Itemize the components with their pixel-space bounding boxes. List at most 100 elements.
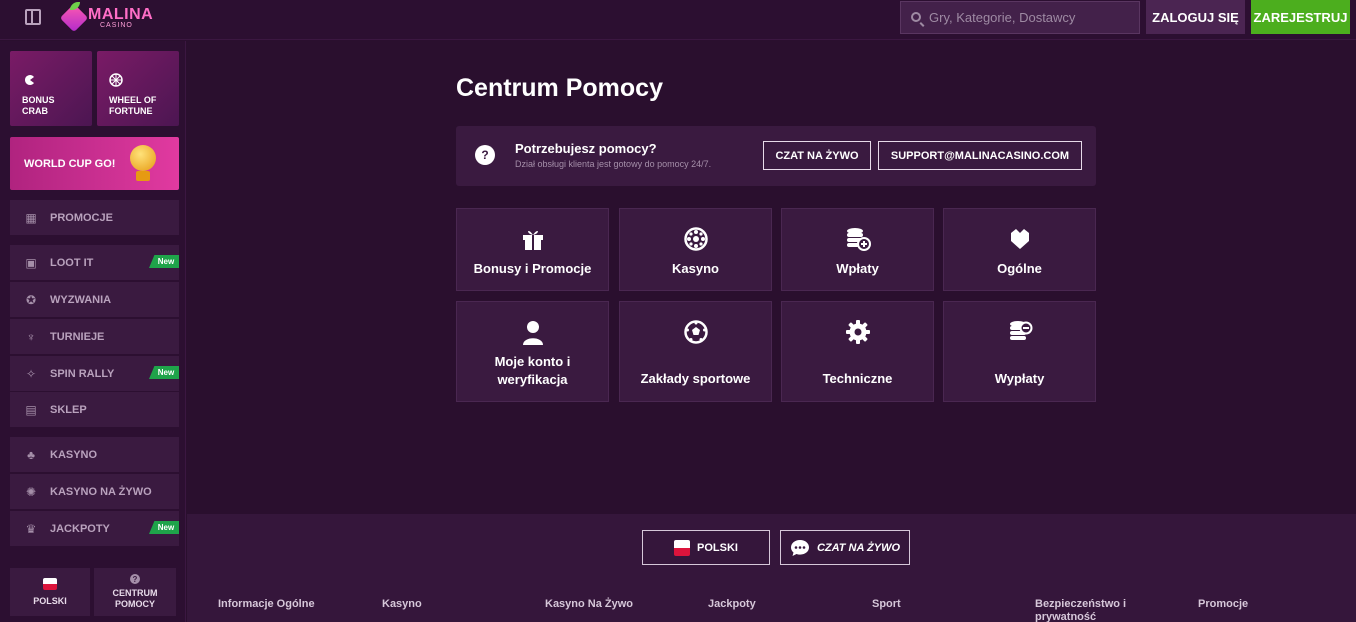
coins-plus-icon	[782, 227, 933, 251]
world-cup-label: WORLD CUP GO!	[24, 158, 116, 170]
sidebar-item-label: SPIN RALLY	[50, 367, 115, 380]
sidebar-item-label: SKLEP	[50, 403, 87, 416]
footer: POLSKI CZAT NA ŻYWO Informacje Ogólne Ka…	[187, 514, 1356, 622]
poland-flag-icon	[674, 539, 691, 556]
world-cup-banner[interactable]: WORLD CUP GO!	[10, 137, 179, 190]
category-label: Techniczne	[822, 371, 893, 386]
wheel-icon	[109, 73, 123, 87]
help-label-line2: POMOCY	[114, 599, 155, 609]
tile-label-line2: CRAB	[22, 106, 48, 116]
category-bonusy-promocje[interactable]: Bonusy i Promocje	[456, 208, 609, 291]
sidebar-item-kasyno[interactable]: ♣ KASYNO	[10, 437, 179, 472]
category-label: Ogólne	[997, 261, 1042, 276]
crab-claw-icon	[25, 75, 34, 85]
roulette-icon: ✺	[25, 484, 37, 499]
new-badge: New	[149, 521, 179, 534]
login-button[interactable]: ZALOGUJ SIĘ	[1146, 0, 1245, 34]
runner-icon: ✧	[25, 366, 37, 381]
language-label: POLSKI	[697, 541, 738, 554]
support-email-button[interactable]: SUPPORT@MALINACASINO.COM	[878, 141, 1082, 170]
chat-label: CZAT NA ŻYWO	[816, 541, 901, 554]
cup-icon: ♆	[26, 329, 36, 344]
tile-label-line1: WHEEL OF	[109, 95, 157, 105]
category-wplaty[interactable]: Wpłaty	[781, 208, 934, 291]
gear-icon	[782, 320, 933, 344]
sidebar: BONUS CRAB WHEEL OF FORTUNE WORLD CUP GO…	[0, 41, 186, 622]
poland-flag-icon	[43, 578, 57, 590]
gift-icon: ▦	[25, 210, 37, 225]
footer-column-bezpieczenstwo[interactable]: Bezpieczeństwo i prywatność	[1035, 598, 1126, 622]
footer-language-button[interactable]: POLSKI	[642, 530, 770, 565]
category-ogolne[interactable]: Ogólne	[943, 208, 1096, 291]
tile-bonus-crab[interactable]: BONUS CRAB	[10, 51, 92, 126]
soccer-ball-icon	[620, 320, 771, 344]
top-bar: MALINA CASINO ZALOGUJ SIĘ ZAREJESTRUJ	[0, 0, 1356, 40]
trophy-icon	[130, 145, 156, 171]
question-icon: ?	[475, 145, 495, 165]
sidebar-toggle-icon[interactable]	[25, 9, 41, 25]
sidebar-item-label: LOOT IT	[50, 256, 94, 269]
crown-icon	[944, 227, 1095, 251]
category-label-line2: weryfikacja	[497, 372, 568, 387]
tile-label-line1: BONUS	[22, 95, 55, 105]
new-badge: New	[149, 366, 179, 379]
footer-column-informacje[interactable]: Informacje Ogólne	[218, 598, 315, 611]
medal-icon: ✪	[25, 292, 37, 307]
category-zaklady-sportowe[interactable]: Zakłady sportowe	[619, 301, 772, 402]
help-title: Potrzebujesz pomocy?	[515, 141, 657, 156]
footer-column-sport[interactable]: Sport	[872, 598, 901, 611]
footer-column-kasyno-na-zywo[interactable]: Kasyno Na Żywo	[545, 598, 633, 611]
coins-minus-icon	[944, 320, 1095, 344]
trophy-base	[136, 171, 150, 181]
sidebar-item-promocje[interactable]: ▦ PROMOCJE	[10, 200, 179, 235]
sidebar-item-turnieje[interactable]: ♆ TURNIEJE	[10, 319, 179, 354]
category-techniczne[interactable]: Techniczne	[781, 301, 934, 402]
tile-wheel-of-fortune[interactable]: WHEEL OF FORTUNE	[97, 51, 179, 126]
sidebar-item-wyzwania[interactable]: ✪ WYZWANIA	[10, 282, 179, 317]
sidebar-help-center-button[interactable]: ? CENTRUM POMOCY	[94, 568, 176, 616]
chat-bubble-icon	[790, 539, 809, 556]
search-input[interactable]	[929, 2, 1134, 33]
gift-icon	[457, 227, 608, 251]
page-title: Centrum Pomocy	[456, 74, 663, 102]
live-chat-button[interactable]: CZAT NA ŻYWO	[763, 141, 871, 170]
sidebar-language-button[interactable]: POLSKI	[10, 568, 90, 616]
help-box: ? Potrzebujesz pomocy? Dział obsługi kli…	[456, 126, 1096, 186]
footer-column-kasyno[interactable]: Kasyno	[382, 598, 422, 611]
loot-box-icon: ▣	[25, 255, 37, 270]
sidebar-item-label: WYZWANIA	[50, 293, 112, 306]
category-label: Wpłaty	[836, 261, 879, 276]
user-icon	[457, 320, 608, 346]
sidebar-item-spin-rally[interactable]: ✧ SPIN RALLY New	[10, 356, 179, 391]
cherries-icon: ♣	[27, 447, 35, 462]
roulette-icon	[620, 227, 771, 251]
category-label: Bonusy i Promocje	[473, 261, 592, 276]
logo-subtext: CASINO	[100, 22, 133, 29]
category-label: Zakłady sportowe	[640, 371, 751, 386]
sidebar-item-sklep[interactable]: ▤ SKLEP	[10, 392, 179, 427]
category-label: Wypłaty	[994, 371, 1045, 386]
sidebar-item-kasyno-na-zywo[interactable]: ✺ KASYNO NA ŻYWO	[10, 474, 179, 509]
search-box[interactable]	[900, 1, 1140, 34]
category-label: Kasyno	[672, 261, 719, 276]
register-button[interactable]: ZAREJESTRUJ	[1251, 0, 1350, 34]
category-moje-konto[interactable]: Moje konto i weryfikacja	[456, 301, 609, 402]
help-label-line1: CENTRUM	[112, 588, 158, 598]
category-wyplaty[interactable]: Wypłaty	[943, 301, 1096, 402]
help-subtitle: Dział obsługi klienta jest gotowy do pom…	[515, 159, 712, 169]
crown-icon: ♛	[25, 521, 37, 536]
sidebar-item-label: TURNIEJE	[50, 330, 105, 343]
search-icon	[911, 12, 921, 22]
footer-column-promocje[interactable]: Promocje	[1198, 598, 1248, 611]
sidebar-item-jackpoty[interactable]: ♛ JACKPOTY New	[10, 511, 179, 546]
sidebar-item-loot-it[interactable]: ▣ LOOT IT New	[10, 245, 179, 280]
sidebar-item-label: PROMOCJE	[50, 211, 113, 224]
footer-column-jackpoty[interactable]: Jackpoty	[708, 598, 756, 611]
new-badge: New	[149, 255, 179, 268]
help-icon: ?	[130, 574, 140, 584]
logo[interactable]: MALINA CASINO	[59, 2, 154, 33]
footer-live-chat-button[interactable]: CZAT NA ŻYWO	[780, 530, 910, 565]
category-kasyno[interactable]: Kasyno	[619, 208, 772, 291]
category-label-line1: Moje konto i	[494, 354, 571, 369]
language-label: POLSKI	[33, 596, 67, 606]
